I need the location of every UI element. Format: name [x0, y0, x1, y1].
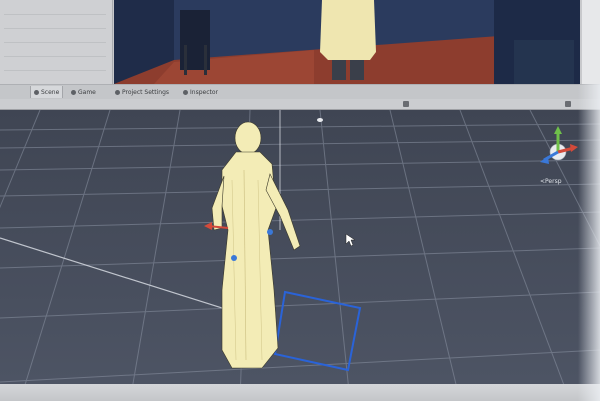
editor-tab-bar: Scene Game Project Settings Inspector [0, 84, 600, 100]
hierarchy-row[interactable] [4, 28, 106, 29]
right-edge-panel [582, 0, 600, 84]
game-view-render [114, 0, 580, 84]
scene-canvas[interactable] [0, 110, 600, 401]
hierarchy-row[interactable] [4, 70, 106, 71]
hierarchy-row[interactable] [4, 42, 106, 43]
game-area [0, 0, 600, 84]
tab-scene-label: Scene [41, 88, 60, 96]
tab-scene[interactable]: Scene [30, 86, 64, 98]
tab-project-settings[interactable]: Project Settings [112, 86, 172, 98]
scene-light-icon[interactable] [317, 118, 323, 122]
hierarchy-row[interactable] [4, 56, 106, 57]
tab-game[interactable]: Game [68, 86, 99, 98]
inspector-icon [183, 89, 188, 95]
hierarchy-row[interactable] [4, 14, 106, 15]
game-icon [71, 89, 76, 95]
hierarchy-panel[interactable] [0, 0, 113, 84]
monitor-bezel [0, 384, 600, 401]
monitor-screen: Scene Game Project Settings Inspector <P… [0, 0, 600, 401]
perspective-label[interactable]: <Persp [540, 178, 562, 185]
scene-view[interactable] [0, 110, 600, 401]
statue-preview [320, 0, 376, 60]
scene-toolbar [0, 99, 600, 110]
tab-inspector-label: Inspector [190, 88, 218, 96]
tab-game-label: Game [78, 88, 96, 96]
game-view[interactable] [114, 0, 580, 84]
toolbar-toggle-icon[interactable] [403, 101, 409, 107]
tab-project-settings-label: Project Settings [122, 88, 170, 96]
toolbar-menu-icon[interactable] [565, 101, 571, 107]
scene-icon [34, 89, 39, 95]
tab-inspector[interactable]: Inspector [180, 86, 221, 98]
scene-background [0, 110, 600, 401]
settings-icon [115, 89, 120, 95]
